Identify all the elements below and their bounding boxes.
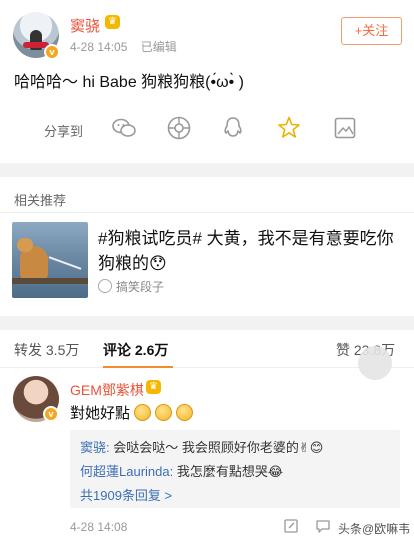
smile-emoji-icon bbox=[176, 404, 194, 421]
tab-repost[interactable]: 转发 3.5万 bbox=[14, 340, 79, 360]
reply-author[interactable]: 窦骁: bbox=[80, 440, 110, 455]
reply-item[interactable]: 何超蓮Laurinda: 我怎麼有點想哭😂 bbox=[80, 461, 283, 480]
vip-crown-icon: ♛ bbox=[105, 15, 120, 29]
post-time: 4-28 14:05 bbox=[70, 40, 128, 54]
comment-body: 對她好點 bbox=[70, 405, 131, 422]
smile-emoji-icon bbox=[134, 404, 152, 421]
thumb-dog-head bbox=[17, 238, 33, 252]
related-title: 相关推荐 bbox=[14, 193, 67, 208]
reply-text: 我怎麼有點想哭😂 bbox=[173, 464, 284, 479]
comment-icon[interactable] bbox=[315, 518, 331, 534]
interaction-tabs: 转发 3.5万 评论 2.6万 赞 23.8万 bbox=[0, 330, 414, 368]
related-source[interactable]: 搞笑段子 bbox=[98, 278, 164, 295]
thumb-rail bbox=[12, 278, 88, 284]
commenter-name[interactable]: GEM鄧紫棋 bbox=[70, 380, 144, 400]
watermark: 头条@欧嘛韦 bbox=[338, 522, 411, 536]
tab-comment[interactable]: 评论 2.6万 bbox=[103, 340, 168, 360]
verified-badge-icon: v bbox=[44, 44, 60, 60]
comment-time: 4-28 14:08 bbox=[70, 520, 128, 534]
reply-box: 窦骁: 会哒会哒～ 我会照顾好你老婆的✌😊 何超蓮Laurinda: 我怎麼有點… bbox=[70, 430, 400, 508]
related-source-name: 搞笑段子 bbox=[116, 280, 165, 294]
qzone-icon[interactable] bbox=[276, 115, 302, 141]
related-headline[interactable]: #狗粮试吃员# 大黄，我不是有意要吃你狗粮的😯 bbox=[98, 226, 403, 276]
share-row: 分享到 bbox=[0, 112, 414, 144]
section-divider bbox=[0, 316, 414, 330]
reply-author[interactable]: 何超蓮Laurinda: bbox=[80, 464, 173, 479]
edit-icon[interactable] bbox=[283, 518, 299, 534]
qq-icon[interactable] bbox=[220, 115, 246, 141]
follow-button[interactable]: +关注 bbox=[341, 17, 402, 45]
vip-crown-icon: ♛ bbox=[146, 380, 161, 394]
share-label: 分享到 bbox=[44, 124, 84, 139]
thumb-rope bbox=[48, 256, 82, 270]
related-thumbnail[interactable] bbox=[12, 222, 88, 298]
post-username[interactable]: 窦骁 bbox=[70, 15, 100, 36]
image-icon[interactable] bbox=[332, 115, 358, 141]
post-meta: 4-28 14:05 已编辑 bbox=[70, 38, 187, 55]
post-text: 哈哈哈～ hi Babe 狗粮狗粮(•́ω•̀ ) bbox=[14, 74, 244, 91]
reply-item[interactable]: 窦骁: 会哒会哒～ 我会照顾好你老婆的✌😊 bbox=[80, 437, 323, 456]
smile-emoji-icon bbox=[155, 404, 173, 421]
related-separator bbox=[0, 212, 414, 213]
more-replies-link[interactable]: 共1909条回复 > bbox=[80, 485, 172, 504]
post-card: v 窦骁 ♛ 4-28 14:05 已编辑 +关注 哈哈哈～ hi Babe 狗… bbox=[0, 0, 414, 163]
post-edited: 已编辑 bbox=[140, 40, 177, 54]
moments-icon[interactable] bbox=[166, 115, 192, 141]
source-link-icon bbox=[98, 279, 112, 293]
active-tab-indicator bbox=[103, 366, 173, 368]
wechat-icon[interactable] bbox=[111, 115, 137, 141]
reply-text: 会哒会哒～ 我会照顾好你老婆的✌😊 bbox=[109, 440, 324, 455]
comment-text: 對她好點 bbox=[70, 402, 194, 423]
verified-badge-icon: v bbox=[43, 406, 59, 422]
scroll-handle[interactable] bbox=[358, 346, 392, 380]
section-divider bbox=[0, 163, 414, 177]
